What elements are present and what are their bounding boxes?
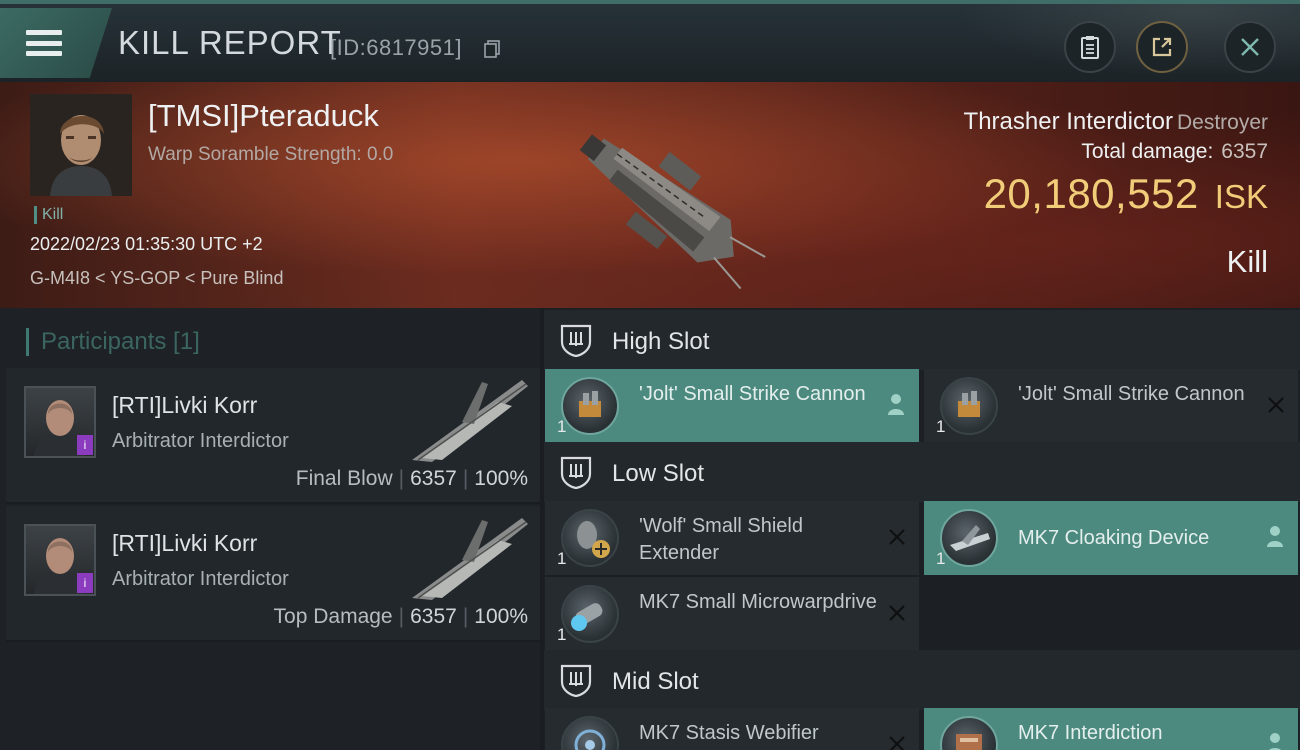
module-quantity: 1 <box>557 417 567 436</box>
participants-panel: Participants [1] i [RTI]Livki Korr Arbit… <box>0 308 540 750</box>
total-damage-value: 6357 <box>1221 140 1268 163</box>
participant-name[interactable]: [RTI]Livki Korr <box>112 392 257 419</box>
module-name: MK7 Interdiction <box>1018 722 1163 744</box>
isk-value: 20,180,552 ISK <box>984 170 1268 218</box>
module-name: MK7 Small Microwarpdrive <box>639 591 877 613</box>
module-name: MK7 Cloaking Device <box>1018 527 1210 549</box>
participant-row[interactable]: i [RTI]Livki Korr Arbitrator Interdictor… <box>6 506 540 642</box>
kill-timestamp: 2022/02/23 01:35:30 UTC +2 <box>30 234 263 254</box>
destroyed-icon <box>889 529 905 545</box>
isk-unit: ISK <box>1214 178 1268 215</box>
module-name: 'Jolt' Small Strike Cannon <box>639 383 866 405</box>
top-bar: KILL REPORT [ID:6817951] <box>0 0 1300 82</box>
module-item[interactable]: 1 'Jolt' Small Strike Cannon <box>924 369 1298 443</box>
participant-ship: Arbitrator Interdictor <box>112 430 289 452</box>
participant-stat-label: Top Damage <box>273 605 393 628</box>
module-item[interactable]: 1 MK7 Interdiction <box>924 708 1298 750</box>
participant-row[interactable]: i [RTI]Livki Korr Arbitrator Interdictor… <box>6 368 540 504</box>
participant-stats: Top Damage | 6357 | 100% <box>273 605 528 628</box>
share-icon <box>1152 37 1172 57</box>
participant-stats: Final Blow | 6357 | 100% <box>295 467 528 490</box>
module-quantity: 1 <box>557 549 567 568</box>
interdiction-icon <box>940 716 998 750</box>
kill-location[interactable]: G-M4I8 < YS-GOP < Pure Blind <box>30 268 283 289</box>
fittings-panel: High Slot 1 'Jolt' Small Strike Cannon 1… <box>544 308 1300 750</box>
close-button[interactable] <box>1224 21 1276 73</box>
module-item[interactable]: 1 'Wolf' Small Shield Extender <box>545 501 919 575</box>
participant-name[interactable]: [RTI]Livki Korr <box>112 530 257 557</box>
victim-ship-line: Thrasher Interdictor Destroyer <box>964 108 1268 136</box>
low-slot-title: Low Slot <box>612 460 705 487</box>
clipboard-button[interactable] <box>1064 21 1116 73</box>
module-quantity: 1 <box>936 417 946 436</box>
kill-id: [ID:6817951] <box>330 35 462 60</box>
copy-icon[interactable] <box>484 40 500 58</box>
cloaking-device-icon <box>940 509 998 567</box>
kill-tag: Kill <box>34 206 63 224</box>
cannon-icon <box>561 377 619 435</box>
module-item[interactable]: 1 'Jolt' Small Strike Cannon <box>545 369 919 443</box>
module-quantity: 1 <box>557 625 567 644</box>
participant-percent: 100% <box>474 605 528 628</box>
cannon-icon <box>940 377 998 435</box>
destroyed-icon <box>1268 397 1284 413</box>
participant-ship-image <box>412 518 528 600</box>
victim-banner: [TMSI]Pteraduck Warp Soramble Strength: … <box>0 82 1300 308</box>
module-quantity: 1 <box>936 549 946 568</box>
victim-ship-name[interactable]: Thrasher Interdictor <box>964 108 1173 135</box>
participant-avatar[interactable]: i <box>24 386 96 458</box>
corp-badge: i <box>77 573 93 593</box>
corp-badge: i <box>77 435 93 455</box>
isk-amount: 20,180,552 <box>983 170 1199 217</box>
victim-ship-class: Destroyer <box>1176 111 1268 134</box>
mid-slot-icon <box>560 664 592 698</box>
module-item[interactable]: 1 MK7 Cloaking Device <box>924 501 1298 575</box>
microwarpdrive-icon <box>561 585 619 643</box>
participant-stat-label: Final Blow <box>295 467 393 490</box>
stasis-webifier-icon <box>561 716 619 750</box>
pilot-icon <box>1269 733 1281 750</box>
low-slot-header: Low Slot <box>544 442 1300 502</box>
high-slot-icon <box>560 324 592 358</box>
warp-scramble-strength: Warp Soramble Strength: 0.0 <box>148 144 394 165</box>
module-name: 'Wolf' Small Shield Extender <box>639 515 803 564</box>
share-button[interactable] <box>1136 21 1188 73</box>
participant-ship-image <box>412 380 528 462</box>
pilot-icon <box>1267 526 1283 547</box>
hamburger-icon <box>26 30 62 56</box>
module-name: 'Jolt' Small Strike Cannon <box>1018 383 1245 405</box>
participant-damage: 6357 <box>410 467 457 490</box>
close-icon <box>1241 38 1259 56</box>
mid-slot-title: Mid Slot <box>612 668 699 695</box>
menu-button[interactable] <box>0 8 112 78</box>
participants-header: Participants [1] <box>26 328 200 356</box>
module-item[interactable]: 1 MK7 Stasis Webifier <box>545 708 919 750</box>
victim-ship-image <box>579 134 766 290</box>
pilot-icon <box>888 394 904 415</box>
destroyed-icon <box>889 605 905 621</box>
high-slot-header: High Slot <box>544 310 1300 370</box>
participant-damage: 6357 <box>410 605 457 628</box>
clipboard-icon <box>1081 36 1099 59</box>
module-item[interactable]: 1 MK7 Small Microwarpdrive <box>545 577 919 651</box>
destroyed-icon <box>889 736 905 750</box>
shield-extender-icon <box>561 509 619 567</box>
high-slot-title: High Slot <box>612 328 710 355</box>
page-title: KILL REPORT <box>118 24 342 61</box>
total-damage-label: Total damage: <box>1081 140 1214 163</box>
pilot-avatar <box>30 94 132 196</box>
total-damage: Total damage: 6357 <box>1081 140 1268 164</box>
low-slot-icon <box>560 456 592 490</box>
participant-percent: 100% <box>474 467 528 490</box>
participant-ship: Arbitrator Interdictor <box>112 568 289 590</box>
mid-slot-header: Mid Slot <box>544 650 1300 710</box>
victim-name[interactable]: [TMSI]Pteraduck <box>148 98 379 134</box>
result-label: Kill <box>1226 244 1268 279</box>
participant-avatar[interactable]: i <box>24 524 96 596</box>
victim-portrait[interactable] <box>30 94 132 196</box>
module-name: MK7 Stasis Webifier <box>639 722 819 744</box>
